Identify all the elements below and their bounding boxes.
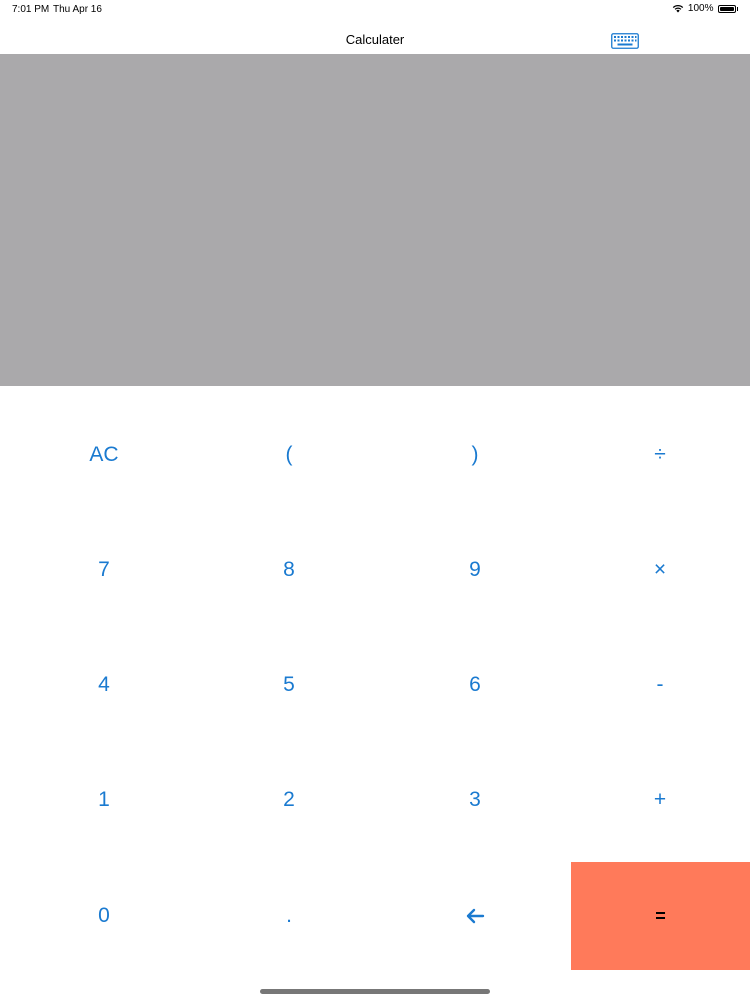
six-button[interactable]: 6 [382, 631, 568, 739]
calculator-display [0, 54, 750, 386]
status-right: 100% [672, 3, 738, 14]
zero-button[interactable]: 0 [11, 862, 197, 970]
seven-button[interactable]: 7 [11, 516, 197, 624]
five-button[interactable]: 5 [196, 631, 382, 739]
four-button[interactable]: 4 [11, 631, 197, 739]
decimal-button[interactable]: . [196, 862, 382, 970]
multiply-button[interactable]: × [567, 516, 750, 624]
battery-icon [717, 4, 736, 13]
backspace-arrow-icon [466, 908, 485, 924]
ac-button[interactable]: AC [11, 401, 197, 509]
nine-button[interactable]: 9 [382, 516, 568, 624]
nav-bar: Calculater [0, 20, 750, 54]
status-bar: 7:01 PM Thu Apr 16 100% [0, 0, 750, 20]
wifi-icon [672, 5, 684, 13]
keyboard-icon [611, 33, 639, 49]
eight-button[interactable]: 8 [196, 516, 382, 624]
two-button[interactable]: 2 [196, 746, 382, 854]
keyboard-button[interactable] [611, 33, 639, 49]
minus-button[interactable]: - [567, 631, 750, 739]
divide-button[interactable]: ÷ [567, 401, 750, 509]
home-indicator [260, 989, 490, 994]
left-paren-button[interactable]: ( [196, 401, 382, 509]
battery-percent: 100% [687, 3, 714, 14]
status-time: 7:01 PM [12, 4, 50, 15]
right-paren-button[interactable]: ) [382, 401, 568, 509]
battery-cap [736, 6, 738, 11]
one-button[interactable]: 1 [11, 746, 197, 854]
three-button[interactable]: 3 [382, 746, 568, 854]
equals-button[interactable]: = [571, 862, 750, 970]
backspace-button[interactable] [382, 862, 568, 970]
plus-button[interactable]: + [567, 746, 750, 854]
status-date: Thu Apr 16 [53, 4, 102, 15]
